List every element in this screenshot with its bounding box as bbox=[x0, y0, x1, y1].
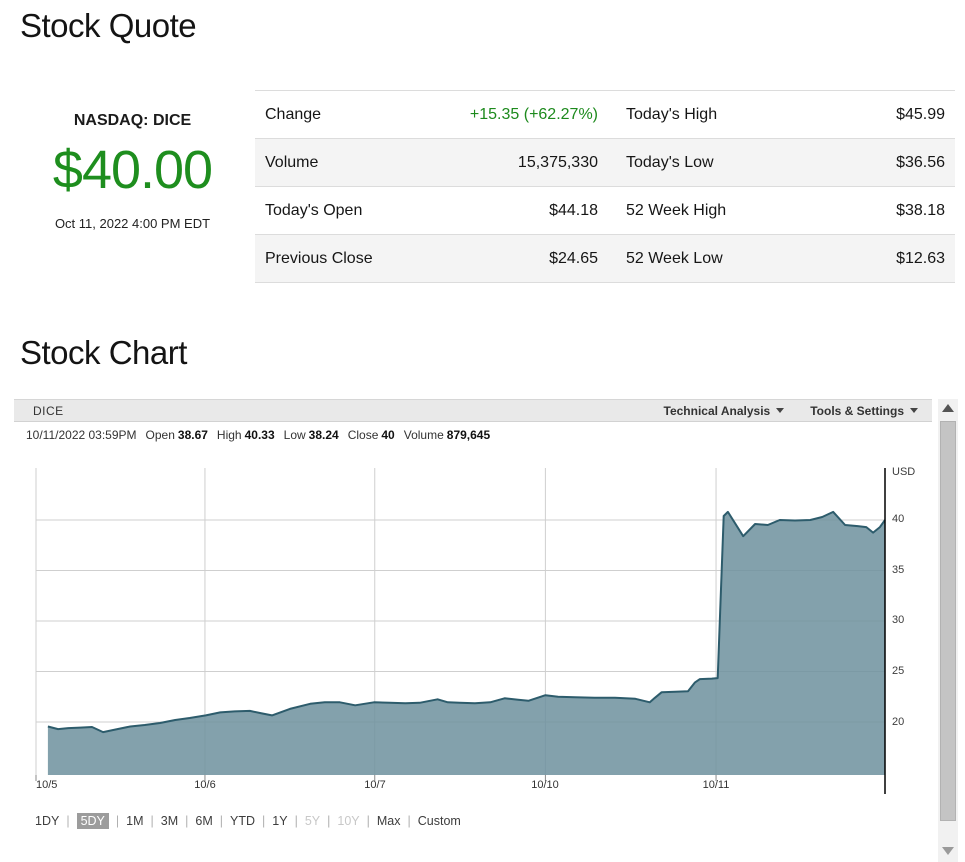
y-tick-label: 35 bbox=[892, 564, 904, 576]
chart-scrollbar[interactable] bbox=[938, 399, 958, 862]
y-tick-label: 30 bbox=[892, 614, 904, 626]
stat-value-todays-low: $36.56 bbox=[794, 154, 945, 172]
stock-chart-heading: Stock Chart bbox=[20, 334, 187, 372]
stat-label-volume: Volume bbox=[265, 154, 440, 172]
x-tick-label: 10/5 bbox=[36, 779, 57, 791]
range-separator: | bbox=[220, 814, 223, 828]
table-row: Previous Close $24.65 52 Week Low $12.63 bbox=[255, 235, 955, 283]
quote-timestamp: Oct 11, 2022 4:00 PM EDT bbox=[20, 216, 245, 231]
range-separator: | bbox=[185, 814, 188, 828]
scroll-up-icon[interactable] bbox=[942, 404, 954, 412]
stock-chart-widget: DICE Technical Analysis Tools & Settings… bbox=[14, 399, 958, 862]
stat-value-todays-open: $44.18 bbox=[440, 202, 598, 220]
stat-label-todays-high: Today's High bbox=[626, 106, 794, 124]
x-tick-label: 10/11 bbox=[691, 779, 741, 791]
stat-value-52wk-low: $12.63 bbox=[794, 250, 945, 268]
range-1y[interactable]: 1Y bbox=[272, 814, 287, 828]
table-row: Volume 15,375,330 Today's Low $36.56 bbox=[255, 139, 955, 187]
range-separator: | bbox=[327, 814, 330, 828]
table-row: Today's Open $44.18 52 Week High $38.18 bbox=[255, 187, 955, 235]
stat-label-todays-open: Today's Open bbox=[265, 202, 440, 220]
x-tick-label: 10/6 bbox=[180, 779, 230, 791]
range-separator: | bbox=[367, 814, 370, 828]
stat-label-52wk-high: 52 Week High bbox=[626, 202, 794, 220]
stat-value-52wk-high: $38.18 bbox=[794, 202, 945, 220]
stock-quote-heading: Stock Quote bbox=[20, 7, 196, 45]
stat-value-volume: 15,375,330 bbox=[440, 154, 598, 172]
time-range-selector: 1DY | 5DY | 1M | 3M | 6M | YTD | 1Y | 5Y… bbox=[35, 813, 461, 829]
stat-label-previous-close: Previous Close bbox=[265, 250, 440, 268]
range-3m[interactable]: 3M bbox=[161, 814, 178, 828]
range-ytd[interactable]: YTD bbox=[230, 814, 255, 828]
y-tick-label: 25 bbox=[892, 665, 904, 677]
range-max[interactable]: Max bbox=[377, 814, 401, 828]
stat-label-52wk-low: 52 Week Low bbox=[626, 250, 794, 268]
range-separator: | bbox=[116, 814, 119, 828]
scroll-down-icon[interactable] bbox=[942, 847, 954, 855]
y-tick-label: 20 bbox=[892, 716, 904, 728]
stat-value-todays-high: $45.99 bbox=[794, 106, 945, 124]
y-axis-unit-label: USD bbox=[892, 466, 915, 478]
table-row: Change +15.35 (+62.27%) Today's High $45… bbox=[255, 91, 955, 139]
range-5dy[interactable]: 5DY bbox=[77, 813, 109, 829]
range-separator: | bbox=[295, 814, 298, 828]
range-6m[interactable]: 6M bbox=[195, 814, 212, 828]
stat-value-previous-close: $24.65 bbox=[440, 250, 598, 268]
x-tick-label: 10/7 bbox=[350, 779, 400, 791]
stat-label-todays-low: Today's Low bbox=[626, 154, 794, 172]
y-tick-label: 40 bbox=[892, 513, 904, 525]
range-1dy[interactable]: 1DY bbox=[35, 814, 59, 828]
ticker-symbol: NASDAQ: DICE bbox=[20, 112, 245, 130]
current-price: $40.00 bbox=[20, 139, 245, 201]
range-5y: 5Y bbox=[305, 814, 320, 828]
range-separator: | bbox=[262, 814, 265, 828]
range-10y: 10Y bbox=[337, 814, 359, 828]
range-separator: | bbox=[408, 814, 411, 828]
range-1m[interactable]: 1M bbox=[126, 814, 143, 828]
range-separator: | bbox=[66, 814, 69, 828]
quote-summary-panel: NASDAQ: DICE $40.00 Oct 11, 2022 4:00 PM… bbox=[20, 112, 245, 231]
stat-label-change: Change bbox=[265, 106, 440, 124]
x-tick-label: 10/10 bbox=[520, 779, 570, 791]
range-separator: | bbox=[151, 814, 154, 828]
stock-chart-canvas[interactable] bbox=[14, 399, 934, 862]
scrollbar-thumb[interactable] bbox=[940, 421, 956, 821]
range-custom[interactable]: Custom bbox=[418, 814, 461, 828]
quote-stats-table: Change +15.35 (+62.27%) Today's High $45… bbox=[255, 90, 955, 283]
stat-value-change: +15.35 (+62.27%) bbox=[440, 106, 598, 124]
